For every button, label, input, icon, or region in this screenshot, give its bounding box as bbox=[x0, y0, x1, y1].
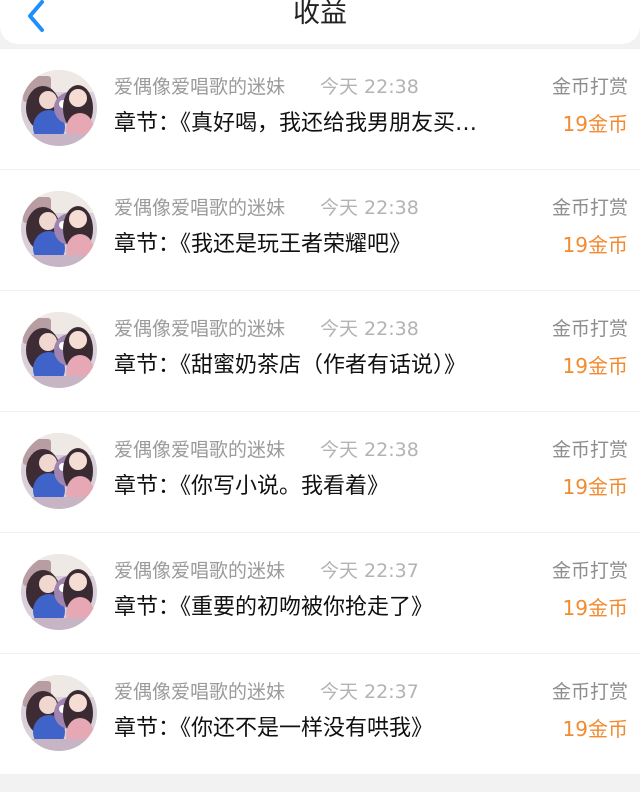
chapter-title[interactable]: 章节：《真好喝，我还给我男朋友买… bbox=[114, 109, 538, 139]
record-time: 今天 22:38 bbox=[320, 318, 419, 340]
avatar-image bbox=[21, 433, 97, 509]
reward-row[interactable]: 爱偶像爱唱歌的迷妹 今天 22:37 金币打赏 章节：《你还不是一样没有哄我》 … bbox=[0, 654, 640, 774]
chapter-title[interactable]: 章节：《甜蜜奶茶店（作者有话说）》 bbox=[114, 351, 538, 381]
reward-type: 金币打赏 bbox=[551, 197, 628, 219]
avatar[interactable] bbox=[21, 675, 97, 751]
avatar-image bbox=[21, 191, 97, 267]
user-name[interactable]: 爱偶像爱唱歌的迷妹 bbox=[114, 315, 285, 343]
avatar[interactable] bbox=[21, 70, 97, 146]
user-name[interactable]: 爱偶像爱唱歌的迷妹 bbox=[114, 436, 285, 464]
reward-type: 金币打赏 bbox=[551, 318, 628, 340]
page-title: 收益 bbox=[293, 0, 347, 29]
avatar[interactable] bbox=[21, 554, 97, 630]
reward-row[interactable]: 爱偶像爱唱歌的迷妹 今天 22:38 金币打赏 章节：《你写小说。我看着》 19… bbox=[0, 412, 640, 532]
user-name[interactable]: 爱偶像爱唱歌的迷妹 bbox=[114, 557, 285, 585]
record-time: 今天 22:38 bbox=[320, 439, 419, 461]
reward-type: 金币打赏 bbox=[551, 76, 628, 98]
chapter-title[interactable]: 章节：《你还不是一样没有哄我》 bbox=[114, 714, 538, 744]
reward-type: 金币打赏 bbox=[551, 560, 628, 582]
back-button[interactable] bbox=[18, 0, 54, 38]
reward-type: 金币打赏 bbox=[551, 439, 628, 461]
avatar[interactable] bbox=[21, 191, 97, 267]
avatar[interactable] bbox=[21, 433, 97, 509]
avatar-image bbox=[21, 70, 97, 146]
avatar-image bbox=[21, 675, 97, 751]
chapter-title[interactable]: 章节：《重要的初吻被你抢走了》 bbox=[114, 593, 538, 623]
avatar-image bbox=[21, 554, 97, 630]
chapter-title[interactable]: 章节：《我还是玩王者荣耀吧》 bbox=[114, 230, 538, 260]
avatar-image bbox=[21, 312, 97, 388]
reward-amount: 19金币 bbox=[562, 354, 628, 378]
reward-row[interactable]: 爱偶像爱唱歌的迷妹 今天 22:38 金币打赏 章节：《我还是玩王者荣耀吧》 1… bbox=[0, 170, 640, 290]
reward-amount: 19金币 bbox=[562, 596, 628, 620]
record-time: 今天 22:38 bbox=[320, 76, 419, 98]
reward-amount: 19金币 bbox=[562, 112, 628, 136]
chapter-title[interactable]: 章节：《你写小说。我看着》 bbox=[114, 472, 538, 502]
record-time: 今天 22:37 bbox=[320, 560, 419, 582]
income-page: 收益 爱偶像爱唱歌的迷妹 今天 22:38 金币打赏 章节：《真好喝，我还给我男… bbox=[0, 0, 640, 792]
user-name[interactable]: 爱偶像爱唱歌的迷妹 bbox=[114, 73, 285, 101]
reward-list: 爱偶像爱唱歌的迷妹 今天 22:38 金币打赏 章节：《真好喝，我还给我男朋友买… bbox=[0, 49, 640, 775]
reward-amount: 19金币 bbox=[562, 233, 628, 257]
user-name[interactable]: 爱偶像爱唱歌的迷妹 bbox=[114, 678, 285, 706]
reward-row[interactable]: 爱偶像爱唱歌的迷妹 今天 22:38 金币打赏 章节：《甜蜜奶茶店（作者有话说）… bbox=[0, 291, 640, 411]
reward-amount: 19金币 bbox=[562, 717, 628, 741]
record-time: 今天 22:37 bbox=[320, 681, 419, 703]
reward-row[interactable]: 爱偶像爱唱歌的迷妹 今天 22:37 金币打赏 章节：《重要的初吻被你抢走了》 … bbox=[0, 533, 640, 653]
reward-row[interactable]: 爱偶像爱唱歌的迷妹 今天 22:38 金币打赏 章节：《真好喝，我还给我男朋友买… bbox=[0, 49, 640, 169]
avatar[interactable] bbox=[21, 312, 97, 388]
top-bar: 收益 bbox=[0, 0, 640, 44]
user-name[interactable]: 爱偶像爱唱歌的迷妹 bbox=[114, 194, 285, 222]
record-time: 今天 22:38 bbox=[320, 197, 419, 219]
chevron-left-icon bbox=[28, 0, 44, 32]
reward-type: 金币打赏 bbox=[551, 681, 628, 703]
reward-amount: 19金币 bbox=[562, 475, 628, 499]
